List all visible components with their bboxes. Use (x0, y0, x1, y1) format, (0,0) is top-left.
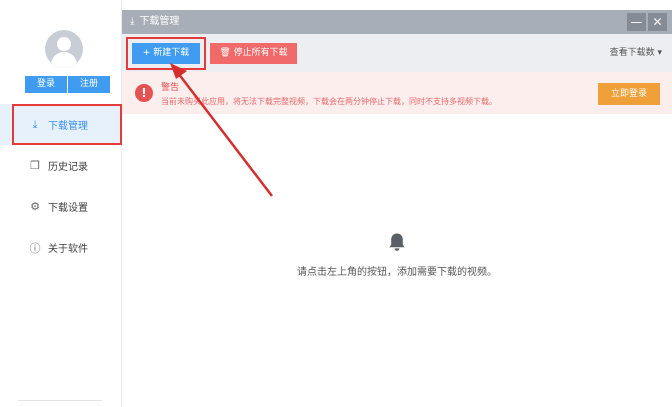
login-button[interactable]: 登录 (25, 76, 67, 93)
trash-icon: 🗑 (219, 48, 234, 58)
info-icon: ⓘ (29, 241, 41, 255)
toolbar: + 新建下载 🗑 停止所有下载 查看下载数 ▾ (122, 34, 672, 72)
window-title-text: 下载管理 (139, 16, 180, 27)
sidebar-item-history[interactable]: ❐ 历史记录 (0, 145, 122, 186)
sidebar-item-download-manager[interactable]: ⤓ 下载管理 (0, 104, 122, 145)
auth-buttons: 登录 注册 (25, 76, 110, 93)
register-button[interactable]: 注册 (68, 76, 110, 93)
divider (18, 400, 102, 401)
settings-icon: ⚙ (30, 200, 40, 213)
window-title: ⤓ 下载管理 (130, 10, 179, 34)
sidebar-item-label: 下载设置 (48, 203, 88, 214)
alert-icon: ! (135, 84, 153, 102)
new-download-button[interactable]: + 新建下载 (132, 43, 200, 64)
annotation-highlight-box (12, 104, 122, 145)
minimize-button[interactable]: — (627, 13, 646, 31)
warning-title: 警告 (161, 83, 180, 93)
stop-all-downloads-button[interactable]: 🗑 停止所有下载 (210, 43, 297, 64)
download-icon: ⤓ (130, 16, 135, 27)
sidebar-item-about[interactable]: ⓘ 关于软件 (0, 227, 122, 268)
app-window: 登录 注册 ⤓ 下载管理 ❐ 历史记录 ⚙ 下载设置 ⓘ 关于软件 ⤓ 下载管理… (0, 0, 672, 407)
view-download-count-dropdown[interactable]: 查看下载数 ▾ (610, 34, 662, 72)
avatar-head-shape (57, 37, 71, 51)
sidebar-menu: ⤓ 下载管理 ❐ 历史记录 ⚙ 下载设置 ⓘ 关于软件 (0, 104, 122, 268)
warning-banner: ! 警告 当前未购买此应用，将无法下载完整视频，下载会在两分钟停止下载，同时不支… (122, 72, 672, 114)
avatar-body-shape (51, 52, 77, 68)
sidebar-item-label: 关于软件 (48, 244, 88, 255)
login-now-button[interactable]: 立即登录 (598, 83, 660, 105)
sidebar-item-download-settings[interactable]: ⚙ 下载设置 (0, 186, 122, 227)
title-bar: ⤓ 下载管理 — ✕ (122, 10, 672, 34)
sidebar-item-label: 历史记录 (48, 162, 88, 173)
avatar[interactable] (45, 30, 83, 68)
stop-all-label: 停止所有下载 (233, 48, 288, 58)
sidebar: 登录 注册 ⤓ 下载管理 ❐ 历史记录 ⚙ 下载设置 ⓘ 关于软件 (0, 0, 122, 407)
warning-message: 当前未购买此应用，将无法下载完整视频，下载会在两分钟停止下载，同时不支持多视频下… (161, 97, 497, 106)
empty-state-message: 请点击左上角的按钮，添加需要下载的视频。 (297, 267, 497, 278)
history-icon: ❐ (30, 159, 40, 172)
bell-icon (389, 233, 405, 251)
close-button[interactable]: ✕ (648, 13, 667, 31)
